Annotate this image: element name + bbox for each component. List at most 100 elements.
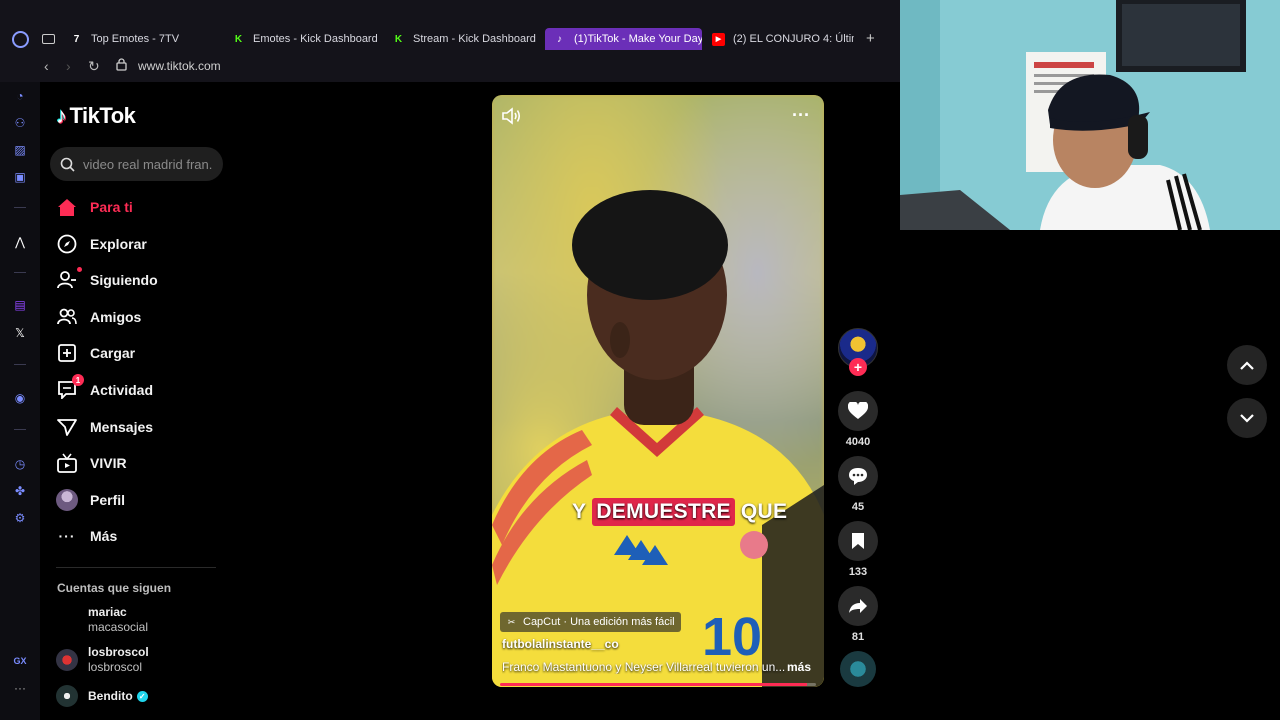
new-tab-button[interactable]: + <box>866 30 875 47</box>
ai-icon[interactable]: ⚇ <box>12 115 28 131</box>
browser-window: 7 Top Emotes - 7TV K Emotes - Kick Dashb… <box>0 0 900 720</box>
search-input[interactable] <box>83 156 213 172</box>
tab-tiktok[interactable]: ♪ (1)TikTok - Make Your Day <box>545 28 702 50</box>
search-icon[interactable] <box>60 157 75 172</box>
opera-menu-icon[interactable] <box>12 31 29 48</box>
nav-label: Siguiendo <box>90 272 158 288</box>
comment-icon <box>849 467 867 485</box>
tiktok-icon: ♪ <box>557 33 562 45</box>
nav-para-ti[interactable]: Para ti <box>56 194 133 220</box>
account-item[interactable]: mariac macasocial <box>56 605 148 635</box>
chevron-up-icon <box>1240 360 1254 370</box>
extensions-icon[interactable]: ✤ <box>12 483 28 499</box>
nav-label: Para ti <box>90 199 133 215</box>
capcut-tag[interactable]: ✂ CapCut · Una edición más fácil <box>500 612 681 632</box>
tab-label: (2) EL CONJURO 4: Último <box>733 33 854 45</box>
notification-dot <box>77 267 82 272</box>
tab-label: (1)TikTok - Make Your Day <box>574 33 702 45</box>
settings-icon[interactable]: ⚙ <box>12 510 28 526</box>
share-button[interactable] <box>838 586 878 626</box>
kick-icon: K <box>234 33 243 45</box>
video-options-icon[interactable]: ··· <box>790 104 812 126</box>
account-avatar <box>56 649 78 671</box>
like-button[interactable] <box>838 391 878 431</box>
video-progress-bar[interactable] <box>500 683 816 686</box>
video-progress-fill <box>500 683 807 686</box>
tiktok-logo-icon: ♪ <box>56 103 67 128</box>
video-player[interactable]: 10 ··· <box>492 95 824 687</box>
gx-corner-icon[interactable]: ▣ <box>12 169 28 185</box>
nav-label: Más <box>90 528 118 544</box>
sidebar-divider <box>14 364 26 365</box>
tab-manager-icon[interactable] <box>42 34 55 44</box>
reload-icon[interactable]: ↻ <box>88 58 100 75</box>
capcut-icon: ✂ <box>507 616 516 627</box>
volume-icon[interactable] <box>501 105 523 127</box>
forward-icon[interactable]: › <box>66 58 71 74</box>
tab-7tv[interactable]: 7 Top Emotes - 7TV <box>70 28 220 50</box>
video-author[interactable]: futbolalinstante__co <box>502 637 619 651</box>
account-username: losbroscol <box>88 645 149 659</box>
refresh-circle-icon[interactable]: ◔ <box>12 88 28 104</box>
capcut-label: CapCut · Una edición más fácil <box>523 616 675 628</box>
tab-kick-stream[interactable]: K Stream - Kick Dashboard <box>392 28 542 50</box>
back-icon[interactable]: ‹ <box>44 58 49 74</box>
music-disc[interactable] <box>840 651 876 687</box>
nav-cargar[interactable]: Cargar <box>56 340 135 366</box>
tab-kick-emotes[interactable]: K Emotes - Kick Dashboard <box>232 28 392 50</box>
webcam-feed-image <box>900 0 1280 230</box>
sidebar-divider <box>14 429 26 430</box>
previous-video-button[interactable] <box>1227 345 1267 385</box>
save-button[interactable] <box>838 521 878 561</box>
account-name: macasocial <box>88 620 149 634</box>
nav-explorar[interactable]: Explorar <box>56 231 147 257</box>
next-video-button[interactable] <box>1227 398 1267 438</box>
tab-label: Stream - Kick Dashboard <box>413 33 536 45</box>
player-icon[interactable]: ◉ <box>12 390 28 406</box>
sidebar-divider <box>56 567 216 568</box>
verified-icon: ✓ <box>136 690 148 702</box>
nav-amigos[interactable]: Amigos <box>56 304 141 330</box>
lock-icon <box>116 58 127 71</box>
nav-vivir[interactable]: VIVIR <box>56 450 127 476</box>
chevron-down-icon <box>1240 413 1254 423</box>
pinboard-icon[interactable]: ▨ <box>12 142 28 158</box>
tiktok-logo-text: TikTok <box>69 103 136 128</box>
heart-icon <box>848 402 868 419</box>
caption-word: Y <box>572 500 587 523</box>
account-item[interactable]: Bendito ✓ <box>56 685 148 707</box>
account-avatar <box>56 685 78 707</box>
following-accounts-title: Cuentas que siguen <box>57 581 172 595</box>
nav-mas[interactable]: ··· Más <box>56 523 118 549</box>
account-username: Bendito <box>88 688 133 703</box>
gx-icon[interactable]: GX <box>12 653 28 669</box>
nav-actividad[interactable]: 1 Actividad <box>56 374 153 403</box>
follow-plus-button[interactable]: + <box>849 358 867 376</box>
video-description: Franco Mastantuono y Neyser Villarreal t… <box>502 660 786 674</box>
bookmark-icon <box>852 533 864 549</box>
address-bar <box>0 52 900 82</box>
sidebar-more-icon[interactable]: ··· <box>12 680 28 696</box>
kick-sidebar-icon[interactable]: ⋀ <box>12 234 28 250</box>
account-name: losbroscol <box>88 660 143 674</box>
url-field[interactable]: www.tiktok.com <box>138 59 221 73</box>
tiktok-logo[interactable]: ♪ TikTok <box>56 103 136 129</box>
nav-siguiendo[interactable]: Siguiendo <box>56 267 158 293</box>
nav-perfil[interactable]: Perfil <box>56 487 125 513</box>
tab-label: Top Emotes - 7TV <box>91 33 180 45</box>
comment-button[interactable] <box>838 456 878 496</box>
caption-highlight: DEMUESTRE <box>592 498 735 526</box>
tab-youtube[interactable]: ▶ (2) EL CONJURO 4: Último <box>712 28 854 50</box>
description-more-link[interactable]: más <box>787 660 811 674</box>
friends-icon <box>56 306 78 328</box>
history-icon[interactable]: ◷ <box>12 456 28 472</box>
nav-mensajes[interactable]: Mensajes <box>56 414 153 440</box>
nav-label: VIVIR <box>90 455 127 471</box>
home-icon <box>56 196 78 218</box>
more-icon: ··· <box>58 528 76 544</box>
account-item[interactable]: losbroscol losbroscol <box>56 645 149 675</box>
x-icon[interactable]: 𝕏 <box>12 325 28 341</box>
twitch-icon[interactable]: ▤ <box>12 297 28 313</box>
svg-text:10: 10 <box>702 607 762 667</box>
compass-icon <box>56 233 78 255</box>
